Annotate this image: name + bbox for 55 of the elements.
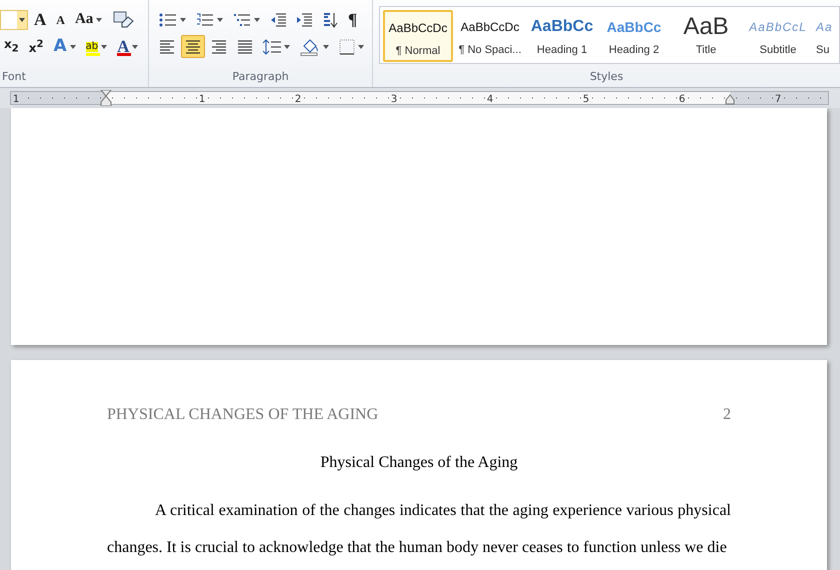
caret-icon xyxy=(101,44,108,48)
ruler-number: 2 xyxy=(294,94,302,105)
caret-icon xyxy=(19,18,25,22)
ruler-track[interactable] xyxy=(10,91,829,105)
eraser-icon xyxy=(112,10,134,28)
numbered-list-icon xyxy=(196,12,214,26)
superscript-button[interactable]: x$^{2}$ xyxy=(24,35,48,58)
caret-icon xyxy=(70,44,76,48)
ruler-number: 3 xyxy=(390,94,398,105)
font-color-button[interactable]: A xyxy=(113,35,142,58)
caret-icon xyxy=(132,44,138,48)
caret-icon xyxy=(96,18,102,22)
group-label: Font xyxy=(2,70,26,83)
font-size-field[interactable] xyxy=(0,10,28,30)
caret-icon xyxy=(284,44,290,48)
page-number: 2 xyxy=(723,406,731,424)
grow-font-button[interactable]: A xyxy=(30,8,50,31)
decrease-indent-icon xyxy=(270,12,286,26)
increase-indent-icon xyxy=(296,12,312,26)
group-label: Paragraph xyxy=(231,70,290,83)
shrink-font-button[interactable]: A xyxy=(52,8,69,31)
style-option[interactable]: AaBbCcDc ¶ Normal xyxy=(383,10,453,62)
justify-icon xyxy=(237,40,253,54)
align-right-icon xyxy=(211,40,227,54)
show-marks-button[interactable]: ¶ xyxy=(344,8,362,31)
align-center-icon xyxy=(185,40,201,54)
caret-icon xyxy=(358,44,364,48)
ruler-number: 1 xyxy=(12,94,20,105)
caret-icon xyxy=(180,18,186,22)
caret-icon xyxy=(254,18,260,22)
ruler-number: 7 xyxy=(774,94,782,105)
caret-icon xyxy=(217,18,223,22)
indent-marker-icon[interactable] xyxy=(100,90,112,106)
text-effects-button[interactable]: A xyxy=(49,35,80,58)
align-left-icon xyxy=(159,40,175,54)
change-case-button[interactable]: Aa xyxy=(70,8,106,31)
subscript-button[interactable]: x$_{2}$ xyxy=(0,35,23,58)
running-header: PHYSICAL CHANGES OF THE AGING xyxy=(107,406,378,424)
caret-icon xyxy=(323,44,329,48)
ruler-number: 1 xyxy=(198,94,206,105)
group-label: Styles xyxy=(588,70,624,83)
ruler-number: 5 xyxy=(582,94,590,105)
ruler-number: 4 xyxy=(486,94,494,105)
body-paragraph: A critical examination of the changes indicates that the aging experience various physical changes. It is crucial to acknowledge that the human body never ceases to function unless we die xyxy=(107,501,731,558)
document-title: Physical Changes of the Aging xyxy=(319,454,519,472)
paint-bucket-icon xyxy=(300,38,320,56)
right-indent-marker-icon[interactable] xyxy=(726,94,734,104)
align-center-button[interactable] xyxy=(181,35,205,58)
multilevel-list-icon xyxy=(233,12,251,26)
border-icon xyxy=(339,38,355,54)
ruler-number: 6 xyxy=(678,94,686,105)
line-spacing-icon xyxy=(263,38,281,54)
bullet-list-icon xyxy=(159,12,177,26)
sort-icon xyxy=(322,12,338,28)
highlight-button[interactable]: ab xyxy=(82,35,112,58)
